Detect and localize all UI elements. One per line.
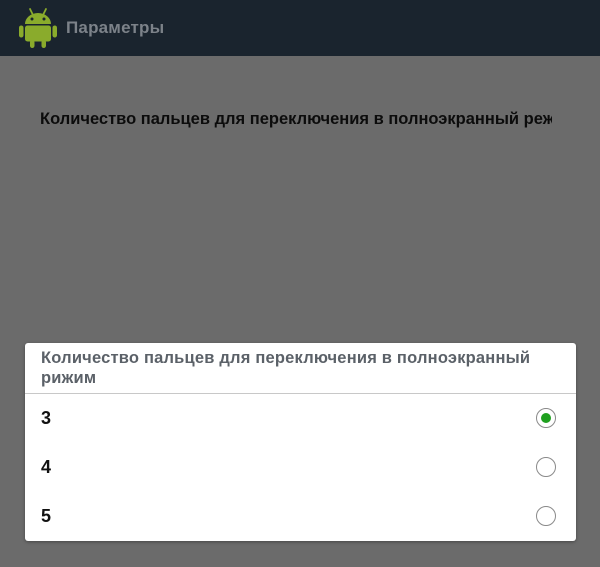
choice-dialog: Количество пальцев для переключения в по…: [25, 343, 576, 541]
option-label: 5: [41, 506, 52, 526]
option-4[interactable]: 4: [25, 443, 576, 492]
radio-dot: [541, 412, 551, 423]
option-5[interactable]: 5: [25, 492, 576, 541]
dialog-title: Количество пальцев для переключения в по…: [41, 349, 531, 387]
action-bar: Параметры: [0, 0, 600, 56]
app-title: Параметры: [66, 18, 165, 37]
radio-unselected-icon[interactable]: [536, 456, 556, 477]
radio-unselected-icon[interactable]: [536, 505, 556, 526]
screen: Параметры Количество пальцев для переклю…: [0, 0, 600, 567]
option-label: 4: [41, 457, 52, 477]
preference-title[interactable]: Количество пальцев для переключения в по…: [40, 110, 552, 129]
option-3[interactable]: 3: [25, 394, 576, 443]
android-icon[interactable]: [16, 6, 60, 50]
radio-selected-icon[interactable]: [536, 407, 556, 428]
option-label: 3: [41, 408, 52, 428]
